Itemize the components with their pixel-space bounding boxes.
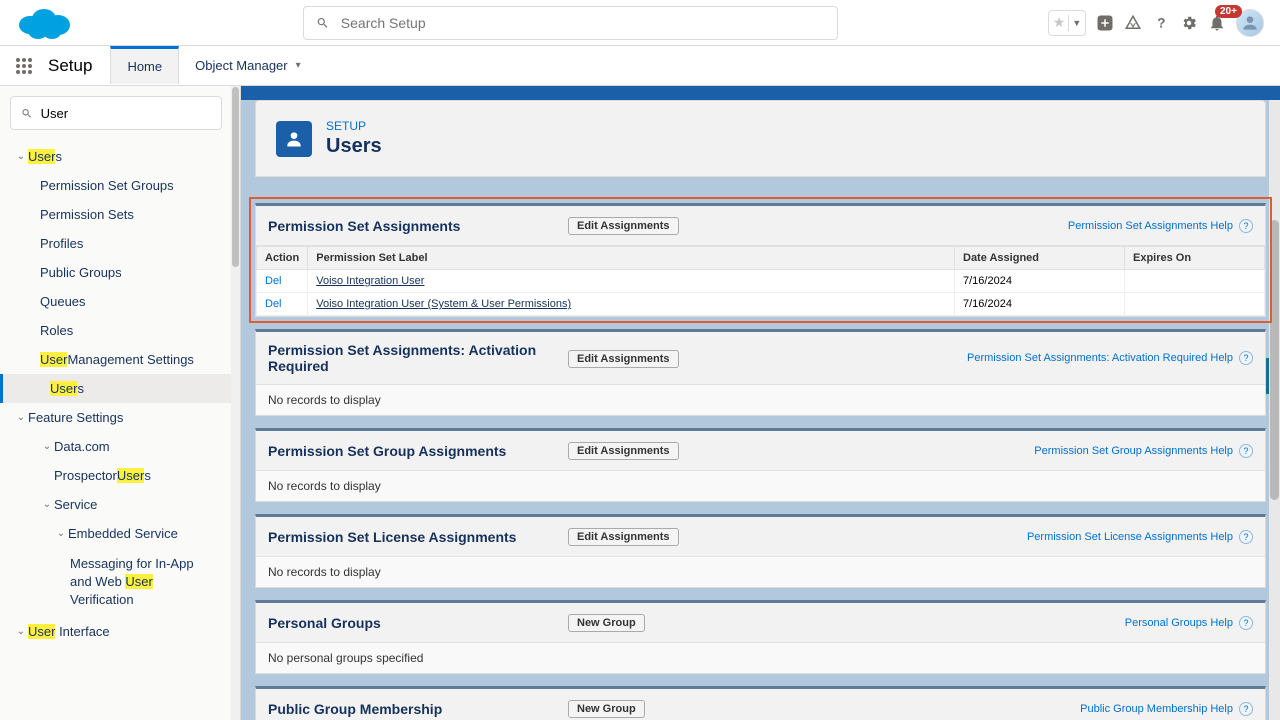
edit-assignments-button[interactable]: Edit Assignments — [568, 442, 679, 460]
edit-assignments-button[interactable]: Edit Assignments — [568, 350, 679, 368]
help-icon[interactable]: ? — [1239, 616, 1253, 630]
help-icon[interactable]: ? — [1239, 351, 1253, 365]
help-icon[interactable]: ? — [1239, 702, 1253, 716]
page-header: SETUP Users — [255, 100, 1266, 177]
section-perm-set-license: Permission Set License Assignments Edit … — [255, 514, 1266, 588]
section-activation-required: Permission Set Assignments: Activation R… — [255, 329, 1266, 416]
sidebar-item-service[interactable]: ⌄Service — [10, 490, 222, 519]
help-link[interactable]: Personal Groups Help — [1125, 617, 1233, 629]
section-public-groups: Public Group Membership New Group Public… — [255, 686, 1266, 720]
sidebar-item-embedded[interactable]: ⌄Embedded Service — [10, 519, 222, 548]
delete-link[interactable]: Del — [265, 298, 282, 310]
perm-set-link[interactable]: Voiso Integration User (System & User Pe… — [316, 298, 571, 310]
col-action: Action — [257, 247, 308, 270]
setup-gear-icon[interactable] — [1180, 14, 1198, 32]
svg-text:?: ? — [1157, 15, 1165, 30]
sidebar-item-public-groups[interactable]: Public Groups — [10, 258, 222, 287]
perm-set-link[interactable]: Voiso Integration User — [316, 275, 424, 287]
user-icon — [276, 121, 312, 157]
help-link[interactable]: Public Group Membership Help — [1080, 703, 1233, 715]
section-title: Personal Groups — [268, 615, 568, 631]
help-link[interactable]: Permission Set Group Assignments Help — [1034, 445, 1233, 457]
salesforce-logo — [16, 5, 72, 41]
col-expires: Expires On — [1125, 247, 1265, 270]
main-content-area: SETUP Users Permission Set Assignments E… — [241, 86, 1280, 720]
empty-message: No personal groups specified — [256, 643, 1265, 673]
section-perm-set-assignments: Permission Set Assignments Edit Assignme… — [255, 203, 1266, 317]
table-row: Del Voiso Integration User (System & Use… — [257, 293, 1265, 316]
notification-badge: 20+ — [1215, 5, 1242, 18]
context-nav: Setup Home Object Manager▾ — [0, 46, 1280, 86]
section-title: Permission Set Assignments: Activation R… — [268, 342, 568, 374]
app-launcher-icon[interactable] — [0, 57, 48, 75]
section-title: Permission Set License Assignments — [268, 529, 568, 545]
search-input[interactable] — [341, 15, 825, 31]
tab-object-manager[interactable]: Object Manager▾ — [179, 47, 317, 85]
sidebar-item-user-mgmt[interactable]: User Management Settings — [10, 345, 222, 374]
sidebar-item-queues[interactable]: Queues — [10, 287, 222, 316]
new-group-button[interactable]: New Group — [568, 700, 645, 718]
main-scrollbar[interactable] — [1269, 100, 1280, 720]
sidebar-group-feature[interactable]: ⌄Feature Settings — [10, 403, 222, 432]
star-icon: ★ — [1053, 14, 1066, 31]
sidebar-group-users[interactable]: ⌄Users — [10, 142, 222, 171]
section-title: Permission Set Group Assignments — [268, 443, 568, 459]
search-icon — [316, 16, 329, 30]
app-name: Setup — [48, 56, 92, 76]
empty-message: No records to display — [256, 385, 1265, 415]
section-title: Permission Set Assignments — [268, 218, 568, 234]
help-link[interactable]: Permission Set License Assignments Help — [1027, 531, 1233, 543]
sidebar-item-users[interactable]: Users — [0, 374, 232, 403]
empty-message: No records to display — [256, 557, 1265, 587]
col-label: Permission Set Label — [308, 247, 955, 270]
trailhead-icon[interactable] — [1124, 14, 1142, 32]
help-icon[interactable]: ? — [1239, 530, 1253, 544]
help-icon[interactable]: ? — [1239, 444, 1253, 458]
page-title: Users — [326, 135, 382, 158]
new-group-button[interactable]: New Group — [568, 614, 645, 632]
sidebar-item-profiles[interactable]: Profiles — [10, 229, 222, 258]
sidebar-item-perm-sets[interactable]: Permission Sets — [10, 200, 222, 229]
quick-find-input[interactable] — [41, 106, 211, 121]
add-button[interactable] — [1096, 14, 1114, 32]
breadcrumb[interactable]: SETUP — [326, 119, 382, 133]
edit-assignments-button[interactable]: Edit Assignments — [568, 528, 679, 546]
sidebar-item-roles[interactable]: Roles — [10, 316, 222, 345]
chevron-down-icon: ▾ — [296, 60, 301, 71]
sidebar-group-ui[interactable]: ⌄User Interface — [10, 617, 222, 646]
favorite-button[interactable]: ★ ▼ — [1048, 10, 1086, 36]
sidebar-scrollbar[interactable] — [231, 86, 240, 720]
help-link[interactable]: Permission Set Assignments: Activation R… — [967, 352, 1233, 364]
section-personal-groups: Personal Groups New Group Personal Group… — [255, 600, 1266, 674]
sidebar-item-datacom[interactable]: ⌄Data.com — [10, 432, 222, 461]
global-search[interactable] — [303, 6, 838, 40]
global-header: ★ ▼ ? 20+ — [0, 0, 1280, 46]
chevron-down-icon: ▼ — [1072, 18, 1081, 28]
help-icon[interactable]: ? — [1239, 219, 1253, 233]
delete-link[interactable]: Del — [265, 275, 282, 287]
quick-find[interactable] — [10, 96, 222, 130]
perm-set-table: Action Permission Set Label Date Assigne… — [256, 246, 1265, 316]
empty-message: No records to display — [256, 471, 1265, 501]
notifications-button[interactable]: 20+ — [1208, 14, 1226, 32]
sidebar-item-messaging[interactable]: Messaging for In-App and Web User Verifi… — [10, 548, 222, 617]
edit-assignments-button[interactable]: Edit Assignments — [568, 217, 679, 235]
search-icon — [21, 107, 33, 120]
help-icon[interactable]: ? — [1152, 14, 1170, 32]
tab-home[interactable]: Home — [110, 46, 179, 84]
section-title: Public Group Membership — [268, 701, 568, 717]
help-link[interactable]: Permission Set Assignments Help — [1068, 220, 1233, 232]
section-perm-set-group: Permission Set Group Assignments Edit As… — [255, 428, 1266, 502]
col-date: Date Assigned — [955, 247, 1125, 270]
table-row: Del Voiso Integration User 7/16/2024 — [257, 270, 1265, 293]
sidebar-item-prospector[interactable]: Prospector Users — [10, 461, 222, 490]
sidebar-item-perm-set-groups[interactable]: Permission Set Groups — [10, 171, 222, 200]
setup-sidebar: ⌄Users Permission Set Groups Permission … — [0, 86, 241, 720]
